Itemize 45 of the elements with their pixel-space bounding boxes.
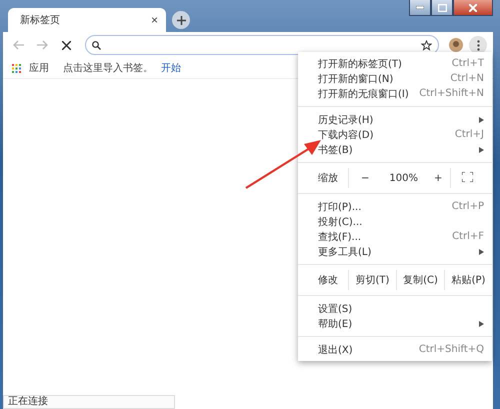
status-bubble: 正在连接 [3, 395, 175, 409]
star-icon[interactable] [421, 40, 432, 50]
minimize-button[interactable] [409, 0, 431, 16]
import-bookmarks-hint: 点击这里导入书签。 [63, 62, 153, 75]
apps-grid-icon[interactable] [12, 64, 21, 72]
zoom-level: 100% [388, 172, 419, 184]
fullscreen-icon [462, 172, 474, 182]
close-button[interactable] [453, 0, 493, 16]
menu-item[interactable]: 打印(P)... Ctrl+P [298, 199, 492, 214]
new-tab-button[interactable] [172, 11, 190, 29]
close-icon [469, 4, 477, 12]
close-icon [62, 40, 70, 50]
apps-link[interactable]: 应用 [29, 61, 49, 75]
menu-item[interactable]: 书签(B) [298, 142, 492, 157]
avatar-icon[interactable] [449, 38, 463, 52]
maximize-icon [438, 4, 446, 12]
search-icon [92, 40, 101, 50]
menu-item[interactable]: 下载内容(D) Ctrl+J [298, 127, 492, 142]
tab-title: 新标签页 [20, 14, 60, 27]
menu-item[interactable]: 打开新的标签页(T) Ctrl+T [298, 56, 492, 71]
forward-arrow-icon [36, 40, 48, 50]
menu-item[interactable]: 打开新的窗口(N) Ctrl+N [298, 71, 492, 86]
menu-item[interactable]: 投射(C)... [298, 214, 492, 229]
edit-label: 修改 [317, 274, 339, 287]
back-arrow-icon [12, 40, 24, 50]
edit-menu-button[interactable]: 复制(C) [396, 270, 444, 290]
menu-item[interactable]: 设置(S) [298, 301, 492, 316]
start-link[interactable]: 开始 [161, 61, 181, 75]
edit-menu-button[interactable]: 剪切(T) [348, 270, 396, 290]
maximize-button[interactable] [431, 0, 453, 16]
menu-item[interactable]: 更多工具(L) [298, 244, 492, 259]
menu-item[interactable]: 帮助(E) [298, 316, 492, 331]
minimize-icon [416, 6, 424, 9]
plus-icon [176, 16, 186, 24]
more-vertical-icon [476, 40, 480, 50]
menu-item[interactable]: 退出(X) Ctrl+Shift+Q [298, 342, 492, 357]
menu-item[interactable]: 历史记录(H) [298, 112, 492, 127]
menu-item[interactable]: 查找(F)... Ctrl+F [298, 229, 492, 244]
zoom-out-button[interactable]: − [348, 168, 382, 188]
zoom-in-button[interactable]: + [426, 168, 450, 188]
edit-menu-button[interactable]: 粘贴(P) [444, 270, 492, 290]
browser-tab[interactable]: 新标签页 × [8, 8, 166, 32]
zoom-label: 缩放 [317, 172, 339, 185]
menu-item[interactable]: 打开新的无痕窗口(I) Ctrl+Shift+N [298, 86, 492, 101]
tab-close-button[interactable]: × [150, 13, 158, 27]
